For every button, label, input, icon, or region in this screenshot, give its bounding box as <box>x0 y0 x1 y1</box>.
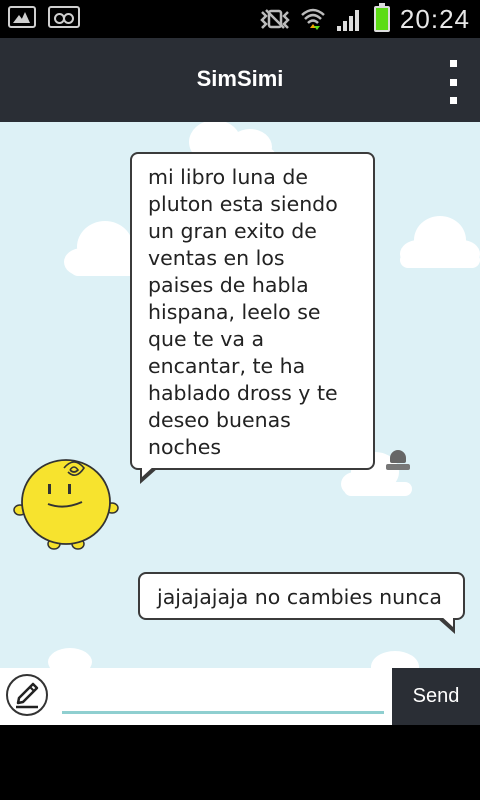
simsimi-mascot-icon[interactable] <box>12 452 122 552</box>
bubble-tail <box>437 615 455 634</box>
message-input[interactable] <box>62 680 384 714</box>
message-input-bar: Send <box>0 668 480 725</box>
message-line: pluton esta siendo <box>148 192 338 216</box>
app-title: SimSimi <box>196 66 284 91</box>
message-line: paises de habla <box>148 273 309 297</box>
chat-area[interactable]: mi libro luna de pluton esta siendo un g… <box>0 122 480 668</box>
message-line: ventas en los <box>148 246 285 270</box>
signal-icon <box>336 10 359 31</box>
navigation-area <box>0 725 480 800</box>
siren-report-icon[interactable] <box>386 448 410 470</box>
clock: 20:24 <box>399 3 470 34</box>
app-header: SimSimi <box>0 38 480 122</box>
simsimi-message-bubble: mi libro luna de pluton esta siendo un g… <box>130 152 375 484</box>
voicemail-icon <box>48 6 80 28</box>
overflow-menu-icon[interactable] <box>450 60 460 104</box>
message-line: encantar, te ha <box>148 354 306 378</box>
message-line: que te va a <box>148 327 265 351</box>
message-line: un gran exito de <box>148 219 317 243</box>
message-line: hispana, leelo se <box>148 300 321 324</box>
message-line: hablado dross y te <box>148 381 338 405</box>
photo-icon <box>8 6 36 28</box>
user-message-bubble: jajajajaja no cambies nunca <box>138 572 465 634</box>
message-text: jajajajaja no cambies nunca <box>157 585 442 609</box>
message-line: noches <box>148 435 222 459</box>
notification-icons <box>8 6 80 28</box>
system-icons: 20:24 <box>260 3 470 34</box>
vibrate-mute-icon <box>260 9 290 29</box>
send-button[interactable]: Send <box>392 668 480 725</box>
message-line: deseo buenas <box>148 408 291 432</box>
wifi-icon <box>301 8 325 30</box>
status-bar: 20:24 <box>0 0 480 38</box>
bubble-tail <box>140 465 158 484</box>
pencil-button[interactable] <box>6 674 48 716</box>
message-line: mi libro luna de <box>148 165 309 189</box>
battery-icon <box>373 3 390 32</box>
pencil-icon <box>16 682 39 709</box>
